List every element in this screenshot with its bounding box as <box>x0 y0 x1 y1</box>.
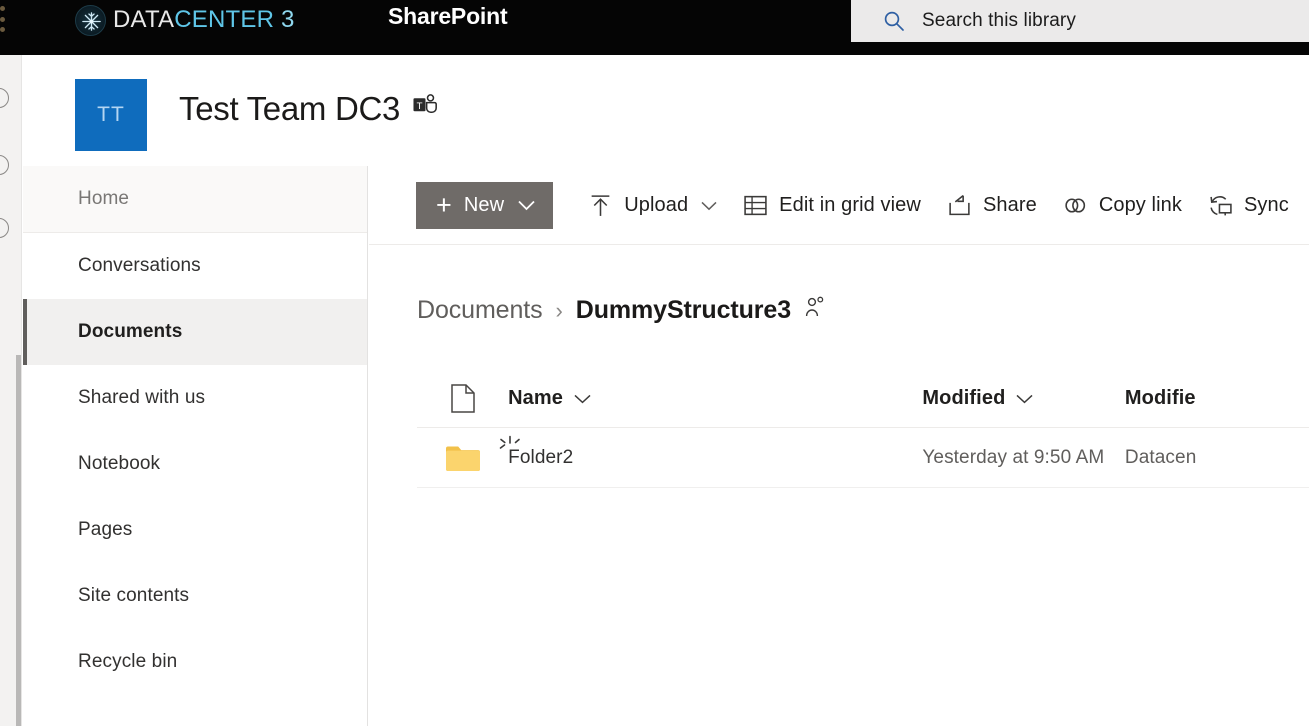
table-row[interactable]: Folder2 Yesterday at 9:50 AM Datacen <box>417 428 1309 488</box>
row-modified-by-cell: Datacen <box>1125 447 1309 469</box>
click-burst-cursor-icon <box>499 435 520 449</box>
share-label: Share <box>982 194 1037 216</box>
new-button[interactable]: + New <box>416 182 554 229</box>
search-input[interactable]: Search this library <box>851 0 1309 42</box>
sync-button[interactable]: Sync <box>1208 193 1289 218</box>
rail-icon-2[interactable] <box>0 155 9 175</box>
row-type-icon-cell <box>417 443 508 472</box>
sidebar-item-label: Conversations <box>78 255 201 276</box>
breadcrumb: Documents › DummyStructure3 <box>417 296 825 325</box>
chevron-down-icon <box>518 200 535 211</box>
sidebar-item-label: Documents <box>78 321 183 342</box>
column-header-modified-label: Modified <box>922 387 1006 409</box>
column-header-modified[interactable]: Modified <box>922 387 1125 410</box>
document-library-list: Name Modified Modifie Folder2 Yesterday … <box>417 370 1309 488</box>
site-header: TT Test Team DC3 T <box>23 55 1309 166</box>
sidebar-item-shared-with-us[interactable]: Shared with us <box>23 365 367 431</box>
search-placeholder: Search this library <box>922 10 1076 31</box>
chevron-down-icon <box>1016 394 1033 403</box>
copy-link-button[interactable]: Copy link <box>1063 193 1182 218</box>
site-avatar: TT <box>75 79 147 151</box>
row-modified-cell: Yesterday at 9:50 AM <box>922 447 1125 469</box>
copy-link-label: Copy link <box>1098 194 1182 216</box>
sidebar-item-site-contents[interactable]: Site contents <box>23 563 367 629</box>
brand-word-number: 3 <box>274 6 295 33</box>
chevron-down-icon <box>701 201 717 210</box>
sidebar-item-recycle-bin[interactable]: Recycle bin <box>23 629 367 695</box>
brand-word-data: DATA <box>113 6 175 33</box>
share-arrow-icon <box>949 194 970 216</box>
sharepoint-document-library-page: DATACENTER 3 SharePoint Search this libr… <box>0 0 1309 726</box>
microsoft-teams-icon[interactable]: T <box>413 86 438 124</box>
new-button-label: New <box>463 194 505 216</box>
sidebar-item-label: Notebook <box>78 453 161 474</box>
column-header-type[interactable] <box>417 384 508 413</box>
site-title-text: Test Team DC3 <box>179 90 401 127</box>
sidebar-item-label: Home <box>78 188 130 209</box>
page-title[interactable]: Test Team DC3 T <box>179 90 438 128</box>
sidebar-item-pages[interactable]: Pages <box>23 497 367 563</box>
row-modified-label: Yesterday at 9:50 AM <box>922 446 1105 468</box>
sidebar-item-label: Shared with us <box>78 387 206 408</box>
sidebar-item-home[interactable]: Home <box>23 166 367 232</box>
rail-icon-1[interactable] <box>0 88 9 108</box>
list-header-row: Name Modified Modifie <box>417 370 1309 428</box>
svg-text:T: T <box>417 101 423 112</box>
chevron-down-icon <box>574 394 591 403</box>
sidebar-item-label: Recycle bin <box>78 651 178 672</box>
column-header-modified-by[interactable]: Modifie <box>1125 387 1309 410</box>
brand-word-center: CENTER <box>174 6 275 33</box>
breadcrumb-separator: › <box>555 297 563 323</box>
row-modified-by-label: Datacen <box>1124 446 1197 468</box>
snowflake-logo-icon <box>75 4 106 36</box>
shared-person-icon[interactable] <box>805 296 825 325</box>
share-button[interactable]: Share <box>947 193 1037 218</box>
sync-icon <box>1210 196 1232 216</box>
breadcrumb-item-documents[interactable]: Documents <box>417 296 543 325</box>
sidebar-item-label: Site contents <box>78 585 190 606</box>
app-launcher-waffle-icon[interactable] <box>0 6 10 32</box>
sidebar-item-label: Pages <box>78 519 133 540</box>
upload-button[interactable]: Upload <box>588 193 717 218</box>
sidebar-item-conversations[interactable]: Conversations <box>23 233 367 299</box>
column-header-modified-by-label: Modifie <box>1124 387 1196 409</box>
edit-in-grid-view-label: Edit in grid view <box>779 194 921 216</box>
brand-wordmark: DATACENTER 3 <box>113 8 295 32</box>
search-icon <box>884 11 904 31</box>
library-command-bar: + New Upload Edit in grid view Share Cop… <box>369 166 1309 245</box>
sidebar-item-documents[interactable]: Documents <box>23 299 367 365</box>
site-navigation-sidebar: Home Conversations Documents Shared with… <box>23 166 368 726</box>
grid-table-icon <box>744 195 767 216</box>
folder-icon <box>445 446 480 471</box>
page-scrollbar[interactable] <box>16 355 21 726</box>
suite-top-bar: DATACENTER 3 SharePoint Search this libr… <box>0 0 1309 55</box>
browser-left-rail <box>0 55 22 726</box>
column-header-name-label: Name <box>508 387 564 409</box>
upload-arrow-icon <box>591 195 610 216</box>
link-chain-icon <box>1065 198 1085 213</box>
document-type-icon <box>450 384 475 413</box>
upload-label: Upload <box>624 194 689 216</box>
edit-in-grid-view-button[interactable]: Edit in grid view <box>743 193 921 218</box>
sync-label: Sync <box>1243 194 1289 216</box>
row-name-cell[interactable]: Folder2 <box>499 435 922 469</box>
sidebar-item-notebook[interactable]: Notebook <box>23 431 367 497</box>
rail-icon-3[interactable] <box>0 218 9 238</box>
commandbar-divider <box>369 244 1309 245</box>
tenant-brand[interactable]: DATACENTER 3 <box>75 2 295 38</box>
breadcrumb-item-current[interactable]: DummyStructure3 <box>576 296 791 325</box>
column-header-name[interactable]: Name <box>508 387 922 410</box>
sharepoint-suite-title[interactable]: SharePoint <box>388 3 508 30</box>
plus-icon: + <box>436 190 452 220</box>
